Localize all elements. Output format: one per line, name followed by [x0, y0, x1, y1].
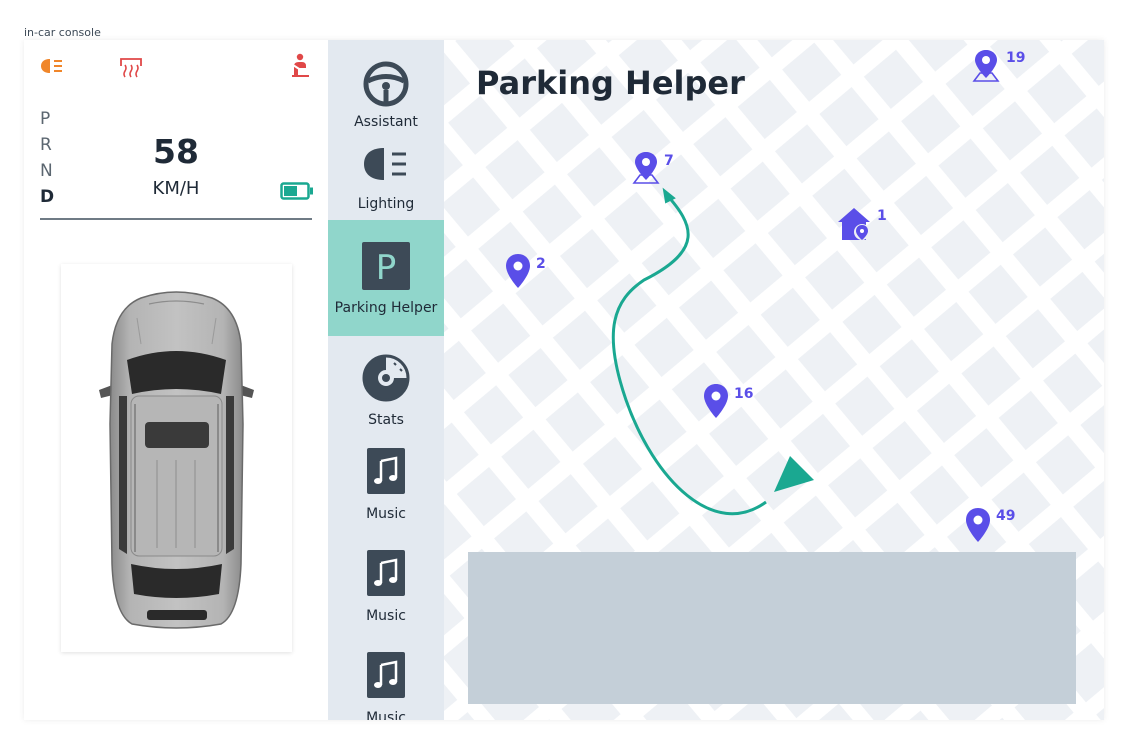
car-top-view-card [61, 264, 292, 652]
steering-wheel-icon [328, 60, 444, 108]
nav-label-assistant: Assistant [354, 114, 418, 130]
status-divider [40, 218, 312, 220]
nav-item-parking-helper[interactable]: P Parking Helper [328, 220, 444, 336]
nav-label-lighting: Lighting [357, 196, 415, 212]
rear-defrost-icon [117, 52, 145, 80]
music-icon [328, 652, 444, 698]
pin-number: 7 [664, 153, 674, 169]
gauge-icon [328, 354, 444, 402]
battery-icon [280, 182, 314, 204]
seatbelt-icon [286, 52, 314, 80]
pin-number: 1 [877, 208, 887, 224]
nav-label-parking-helper: Parking Helper [334, 300, 438, 316]
vehicle-status-panel: P R N D 58 KM/H [24, 40, 328, 720]
in-car-console: P R N D 58 KM/H Assistant Lighting P Par… [24, 40, 1104, 720]
location-pin-icon[interactable] [702, 382, 730, 424]
nav-label-music: Music [366, 506, 406, 522]
home-pin-icon[interactable] [836, 206, 874, 246]
nav-label-music: Music [366, 710, 406, 720]
nav-item-assistant[interactable]: Assistant [328, 40, 444, 136]
nav-label-music: Music [366, 608, 406, 624]
music-icon [328, 448, 444, 494]
parking-map[interactable]: Parking Helper 19 7 1 2 16 49 [444, 40, 1104, 720]
location-pin-map-icon[interactable] [630, 150, 662, 190]
location-pin-map-icon[interactable] [970, 48, 1002, 88]
nav-item-lighting[interactable]: Lighting [328, 136, 444, 220]
pin-number: 2 [536, 256, 546, 272]
location-pin-icon[interactable] [964, 506, 992, 548]
parking-icon: P [328, 242, 444, 290]
pin-number: 49 [996, 508, 1016, 524]
headlight-icon [38, 52, 66, 80]
page-title: Parking Helper [476, 64, 745, 102]
gear-n[interactable]: N [40, 158, 60, 184]
car-top-view-image [99, 291, 254, 629]
gear-r[interactable]: R [40, 132, 60, 158]
nav-label-stats: Stats [368, 412, 404, 428]
svg-text:P: P [376, 248, 397, 288]
nav-item-stats[interactable]: Stats [328, 336, 444, 436]
gear-p[interactable]: P [40, 106, 60, 132]
music-icon [328, 550, 444, 596]
nav-item-music[interactable]: Music [328, 538, 444, 638]
gear-selector[interactable]: P R N D [40, 106, 60, 210]
speed-unit: KM/H [152, 178, 200, 199]
page-caption: in-car console [24, 26, 101, 39]
gear-d[interactable]: D [40, 184, 60, 210]
headlight-icon [328, 144, 444, 184]
side-navigation: Assistant Lighting P Parking Helper Stat… [328, 40, 444, 720]
nav-item-music[interactable]: Music [328, 436, 444, 536]
speed-value: 58 [153, 132, 199, 171]
pin-number: 19 [1006, 50, 1026, 66]
parking-info-panel [468, 552, 1076, 704]
location-pin-icon[interactable] [504, 252, 532, 294]
pin-number: 16 [734, 386, 754, 402]
nav-item-music[interactable]: Music [328, 640, 444, 720]
